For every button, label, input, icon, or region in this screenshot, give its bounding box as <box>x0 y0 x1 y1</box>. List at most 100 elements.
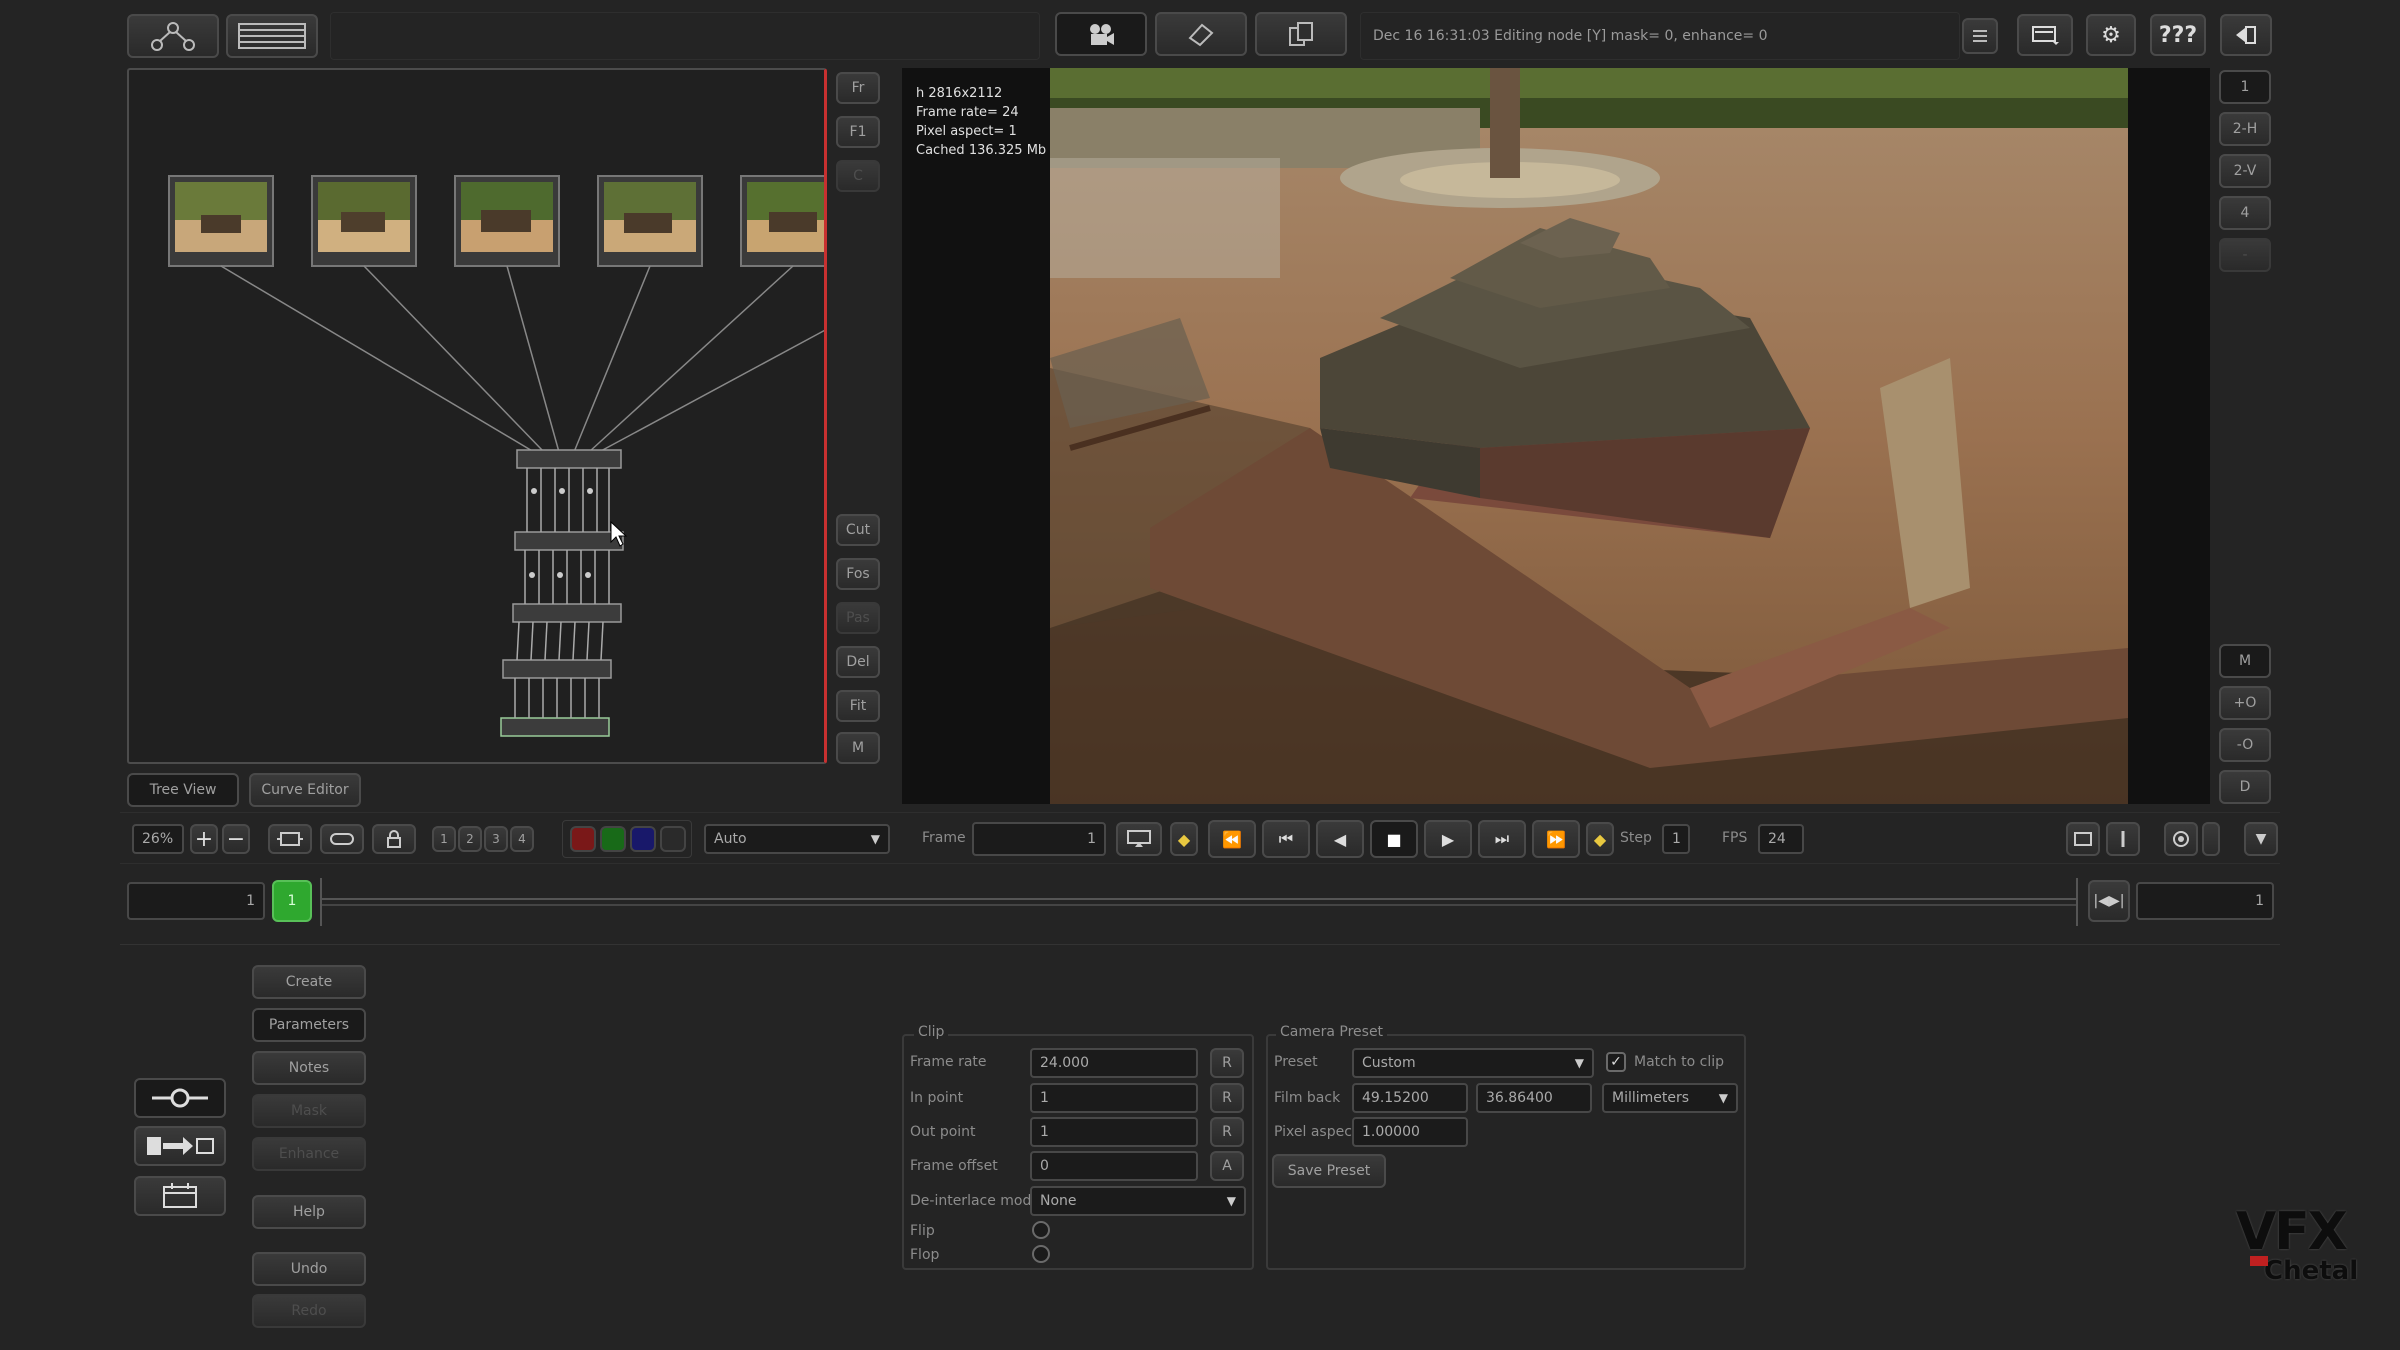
parameters-button[interactable]: Parameters <box>252 1008 366 1042</box>
go-start-button[interactable]: ⏪ <box>1208 820 1256 858</box>
frame-offset-field[interactable]: 0 <box>1030 1151 1198 1181</box>
collapse-button[interactable]: ▼ <box>2244 822 2278 856</box>
undo-button[interactable]: Undo <box>252 1252 366 1286</box>
tab-curve-editor[interactable]: Curve Editor <box>249 773 361 807</box>
toggle-view-button[interactable] <box>320 824 364 854</box>
channel-2-button[interactable]: 2 <box>458 826 482 852</box>
help-action-button[interactable]: Help <box>252 1195 366 1229</box>
list-button[interactable] <box>1962 18 1998 54</box>
view-layout-2v[interactable]: 2-V <box>2219 154 2271 188</box>
thumbnail-node-3[interactable] <box>454 175 560 267</box>
lock-view-button[interactable] <box>372 824 416 854</box>
help-button[interactable]: ??? <box>2150 14 2206 56</box>
thumbnail-node-2[interactable] <box>311 175 417 267</box>
in-point-reset-button[interactable]: R <box>1210 1083 1244 1113</box>
set-in-key-button[interactable]: ◆ <box>1170 822 1198 856</box>
m-button[interactable]: M <box>836 732 880 764</box>
notes-button[interactable]: Notes <box>252 1051 366 1085</box>
settings-button[interactable]: ⚙ <box>2086 14 2136 56</box>
tool-slider-button[interactable] <box>134 1078 226 1118</box>
thumbnail-node-4[interactable] <box>597 175 703 267</box>
channel-4-button[interactable]: 4 <box>510 826 534 852</box>
preset-select[interactable]: Custom ▼ <box>1352 1048 1594 1078</box>
in-point-field[interactable]: 1 <box>1030 1083 1198 1113</box>
prev-key-button[interactable]: ⏮ <box>1262 820 1310 858</box>
out-point-reset-button[interactable]: R <box>1210 1117 1244 1147</box>
flip-checkbox[interactable] <box>1032 1221 1050 1239</box>
units-select[interactable]: Millimeters ▼ <box>1602 1083 1738 1113</box>
create-button[interactable]: Create <box>252 965 366 999</box>
paste-button[interactable]: Pas <box>836 602 880 634</box>
side-button-fr[interactable]: Fr <box>836 72 880 104</box>
timeline-start-field[interactable]: 1 <box>127 882 265 920</box>
view-layout-2h[interactable]: 2-H <box>2219 112 2271 146</box>
fps-field[interactable]: 24 <box>1758 824 1804 854</box>
channel-1-button[interactable]: 1 <box>432 826 456 852</box>
zoom-minus-button[interactable]: − <box>222 824 250 854</box>
split-view-button[interactable] <box>2106 822 2140 856</box>
out-point-field[interactable]: 1 <box>1030 1117 1198 1147</box>
zoom-plus-button[interactable]: + <box>190 824 218 854</box>
viewer-d-button[interactable]: D <box>2219 770 2271 804</box>
next-key-button[interactable]: ⏭ <box>1478 820 1526 858</box>
set-out-key-button[interactable]: ◆ <box>1586 822 1614 856</box>
timeline-end-field[interactable]: 1 <box>2136 882 2274 920</box>
fit-frame-button[interactable] <box>268 824 312 854</box>
stop-button[interactable]: ■ <box>1370 820 1418 858</box>
green-channel-button[interactable] <box>600 826 626 852</box>
zoom-field[interactable]: 26% <box>132 824 184 854</box>
enhance-button[interactable]: Enhance <box>252 1137 366 1171</box>
view-layout-blank[interactable]: - <box>2219 238 2271 272</box>
frame-rate-reset-button[interactable]: R <box>1210 1048 1244 1078</box>
fos-button[interactable]: Fos <box>836 558 880 590</box>
step-field[interactable]: 1 <box>1662 824 1690 854</box>
zoom-out-button[interactable]: -O <box>2219 728 2271 762</box>
cut-button[interactable]: Cut <box>836 514 880 546</box>
frame-offset-fix-button[interactable]: A <box>1210 1151 1244 1181</box>
side-button-f1[interactable]: F1 <box>836 116 880 148</box>
loop-button[interactable] <box>1116 822 1162 856</box>
delete-button[interactable]: Del <box>836 646 880 678</box>
compare-toggle-button[interactable] <box>2202 822 2220 856</box>
node-stack[interactable] <box>500 449 624 737</box>
exit-button[interactable] <box>2220 14 2272 56</box>
go-end-button[interactable]: ⏩ <box>1532 820 1580 858</box>
mask-button[interactable]: Mask <box>252 1094 366 1128</box>
channel-3-button[interactable]: 3 <box>484 826 508 852</box>
eraser-button[interactable] <box>1155 12 1247 56</box>
redo-button[interactable]: Redo <box>252 1294 366 1328</box>
timeline-view-button[interactable] <box>226 14 318 58</box>
view-layout-1[interactable]: 1 <box>2219 70 2271 104</box>
match-to-clip-checkbox[interactable]: ✓ <box>1606 1052 1626 1072</box>
timeline-fit-button[interactable]: |◀▶| <box>2088 880 2130 922</box>
deinterlace-select[interactable]: None ▼ <box>1030 1186 1246 1216</box>
safe-frame-button[interactable] <box>2066 822 2100 856</box>
flop-checkbox[interactable] <box>1032 1245 1050 1263</box>
zoom-in-button[interactable]: +O <box>2219 686 2271 720</box>
film-back-height-field[interactable]: 36.86400 <box>1476 1083 1592 1113</box>
film-back-width-field[interactable]: 49.15200 <box>1352 1083 1468 1113</box>
fit-button[interactable]: Fit <box>836 690 880 722</box>
tab-tree-view[interactable]: Tree View <box>127 773 239 807</box>
viewer-m-button[interactable]: M <box>2219 644 2271 678</box>
camera-button[interactable] <box>1055 12 1147 56</box>
node-graph-canvas[interactable] <box>129 70 825 762</box>
copy-button[interactable] <box>1255 12 1347 56</box>
tool-transfer-button[interactable] <box>134 1126 226 1166</box>
viewer-panel[interactable]: h 2816x2112 Frame rate= 24 Pixel aspect=… <box>902 68 2210 804</box>
tool-calendar-button[interactable] <box>134 1176 226 1216</box>
display-menu-button[interactable] <box>2017 14 2073 56</box>
frame-rate-field[interactable]: 24.000 <box>1030 1048 1198 1078</box>
side-button-c[interactable]: C <box>836 160 880 192</box>
save-preset-button[interactable]: Save Preset <box>1272 1154 1386 1188</box>
node-graph-button[interactable] <box>127 14 219 58</box>
blue-channel-button[interactable] <box>630 826 656 852</box>
timeline-current-marker[interactable]: 1 <box>272 880 312 922</box>
layer-mode-select[interactable]: Auto ▼ <box>704 824 890 854</box>
thumbnail-node-1[interactable] <box>168 175 274 267</box>
pixel-aspect-field[interactable]: 1.00000 <box>1352 1117 1468 1147</box>
play-forward-button[interactable]: ▶ <box>1424 820 1472 858</box>
thumbnail-node-5[interactable] <box>740 175 825 267</box>
view-layout-4[interactable]: 4 <box>2219 196 2271 230</box>
frame-field[interactable]: 1 <box>972 822 1106 856</box>
